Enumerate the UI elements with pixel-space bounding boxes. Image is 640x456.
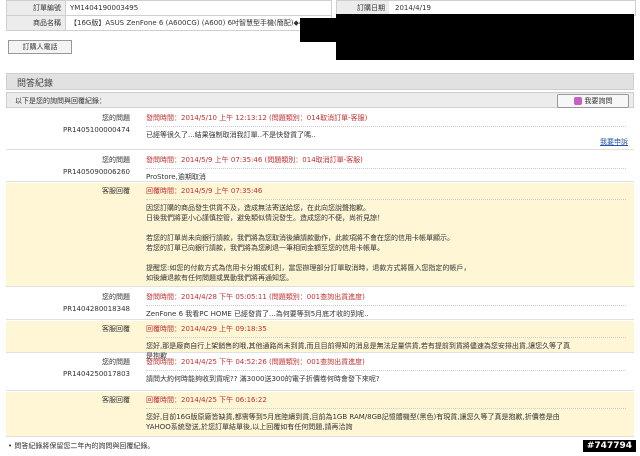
message-divider [146,168,626,169]
message-role: 客服回覆 [102,325,130,333]
user-question-row: 您的問題 PR1405090006260 發問時間：2014/5/9 上午 07:3… [6,152,634,182]
message-timestamp: 回覆時間：2014/5/9 上午 07:35:46 [146,187,263,195]
phone-label: 訂購人電話 [8,40,72,54]
product-name-label: 商品名稱 [6,15,66,31]
question-number: PR1404250017803 [63,370,130,378]
message-line: 如後續退款有任何問題或異動我們將再通知您。 [146,274,293,282]
message-line: 若您的訂單尚未向銀行請款，我們將為您取消後續請款動作，此款項將不會在您的信用卡帳… [146,234,454,242]
message-meta-column: 您的問題 PR1404280018348 [6,289,136,313]
qa-section-header: 問答紀錄 [6,73,634,90]
user-question-row: 您的問題 PR1404250017803 發問時間：2014/4/25 下午 04:… [6,354,634,391]
cs-reply-row: 客服回覆 回覆時間：2014/5/9 上午 07:35:46 因您訂購的商品發生供貨… [6,183,634,287]
question-number: PR1404280018348 [63,305,130,313]
message-meta-column: 您的問題 PR1405100000474 [6,110,136,134]
message-line: 您好,目前16G版原廠皆缺貨,都需等到5月底陸續到貨,目前為1GB RAM/8G… [146,413,560,421]
message-meta-column: 客服回覆 [6,392,136,405]
message-line: YAHOO系統發送,於您訂單結單後,以上回覆如有任何問題,請再洽詢 [146,423,353,431]
message-divider [146,337,626,338]
message-meta-column: 客服回覆 [6,321,136,334]
message-role: 您的問題 [102,293,130,301]
message-line: 日後我們將更小心謹慎控管，避免類似情況發生。造成您的不便，尚祈見諒！ [146,214,384,222]
order-number: YM1404190003495 [65,0,332,16]
message-divider [146,199,626,200]
cs-reply-row: 客服回覆 回覆時間：2014/4/25 下午 06:16:22 您好,目前16G版原… [6,392,634,437]
message-meta-column: 您的問題 PR1405090006260 [6,152,136,176]
message-body: ProStore,逾期取消 [146,172,626,182]
message-line: 請問大約何時能夠收到貨呢?? 滿3000送300的電子折價卷何時會發下來呢? [146,375,380,383]
message-line [146,223,626,233]
qa-subtitle: 以下是您的詢問與回覆紀錄： [15,97,106,105]
redaction-block [336,14,634,60]
message-timestamp: 發問時間：2014/4/25 下午 04:52:26 (問題類別：001查詢出貨… [146,358,365,366]
watermark: #747794 [582,440,636,452]
message-role: 您的問題 [102,156,130,164]
message-line: 若您的訂單已向銀行請款，我們將為您刷退一筆相同金額至您的信用卡帳單。 [146,244,384,252]
product-name: 【16G版】ASUS ZenFone 6 (A600CG) (A600) 6吋智… [65,15,332,31]
question-icon [573,97,582,105]
message-content: 發問時間：2014/5/9 上午 07:35:46 (問題類別：014取消訂單-… [146,152,626,182]
cs-reply-row: 客服回覆 回覆時間：2014/4/29 上午 09:18:35 您好,那是廠商自行上… [6,321,634,360]
qa-title: 問答紀錄 [17,79,54,89]
redaction-block [300,18,340,42]
message-meta-column: 您的問題 PR1404250017803 [6,354,136,378]
message-divider [146,408,626,409]
message-content: 發問時間：2014/5/10 上午 12:13:12 (問題類別：014取消訂單… [146,110,626,140]
ask-question-label: 我要詢問 [584,97,613,105]
message-role: 您的問題 [102,114,130,122]
qa-subheader: 以下是您的詢問與回覆紀錄： 我要詢問 [6,92,634,108]
message-content: 回覆時間：2014/4/25 下午 06:16:22 您好,目前16G版原廠皆缺貨… [146,392,626,432]
message-divider [146,370,626,371]
message-role: 客服回覆 [102,396,130,404]
message-body: 您好,目前16G版原廠皆缺貨,都需等到5月底陸續到貨,目前為1GB RAM/8G… [146,412,626,432]
message-line: 已經等很久了...結果強制取消我訂單..不是快發貨了嗎.. [146,131,316,139]
message-content: 回覆時間：2014/5/9 上午 07:35:46 因您訂購的商品發生供貨不及，造… [146,183,626,283]
order-info-table: 訂單編號 YM1404190003495 商品名稱 【16G版】ASUS Zen… [6,0,332,31]
order-date: 2014/4/19 [395,4,431,12]
message-line: 提醒您:如您的付款方式為信用卡分期或紅利，當您辦理部分訂單取消時，退款方式將匯入… [146,264,471,272]
message-body: 請問大約何時能夠收到貨呢?? 滿3000送300的電子折價卷何時會發下來呢? [146,374,626,384]
order-date-label: 訂購日期 [337,1,389,15]
message-meta-column: 客服回覆 [6,183,136,196]
message-content: 發問時間：2014/4/28 下午 05:05:11 (問題類別：001查詢出貨… [146,289,626,319]
order-number-label: 訂單編號 [6,0,66,16]
complaint-link[interactable]: 我要申訴 [600,137,628,147]
message-line: ZenFone 6 我看PC HOME 已經發貨了...為何要等到5月底才收的到… [146,310,369,318]
message-timestamp: 回覆時間：2014/4/25 下午 06:16:22 [146,396,267,404]
message-divider [146,126,626,127]
question-number: PR1405100000474 [63,126,130,134]
question-number: PR1405090006260 [63,168,130,176]
message-line [146,253,626,263]
user-question-row: 您的問題 PR1404280018348 發問時間：2014/4/28 下午 05:… [6,289,634,320]
message-body: 因您訂購的商品發生供貨不及，造成無法寄送給您，在此向您說聲抱歉。日後我們將更小心… [146,203,626,283]
message-content: 發問時間：2014/4/25 下午 04:52:26 (問題類別：001查詢出貨… [146,354,626,384]
message-divider [146,305,626,306]
message-body: ZenFone 6 我看PC HOME 已經發貨了...為何要等到5月底才收的到… [146,309,626,319]
message-body: 已經等很久了...結果強制取消我訂單..不是快發貨了嗎.. [146,130,626,140]
message-role: 客服回覆 [102,187,130,195]
message-line: 您好,那是廠商自行上架銷售的哦,其他通路尚未到貨,而且目前得知的消息是無法足量供… [146,342,571,350]
message-timestamp: 發問時間：2014/4/28 下午 05:05:11 (問題類別：001查詢出貨… [146,293,365,301]
ask-question-button[interactable]: 我要詢問 [557,94,629,108]
message-line: ProStore,逾期取消 [146,173,206,181]
user-question-row: 您的問題 PR1405100000474 發問時間：2014/5/10 上午 12:… [6,110,634,150]
message-line: 因您訂購的商品發生供貨不及，造成無法寄送給您，在此向您說聲抱歉。 [146,204,370,212]
message-timestamp: 回覆時間：2014/4/29 上午 09:18:35 [146,325,267,333]
retention-note: • 問答紀錄將保留您二年內的詢問與回覆紀錄。 [8,442,155,450]
message-role: 您的問題 [102,358,130,366]
message-timestamp: 發問時間：2014/5/9 上午 07:35:46 (問題類別：014取消訂單-… [146,156,363,164]
message-timestamp: 發問時間：2014/5/10 上午 12:13:12 (問題類別：014取消訂單… [146,114,368,122]
